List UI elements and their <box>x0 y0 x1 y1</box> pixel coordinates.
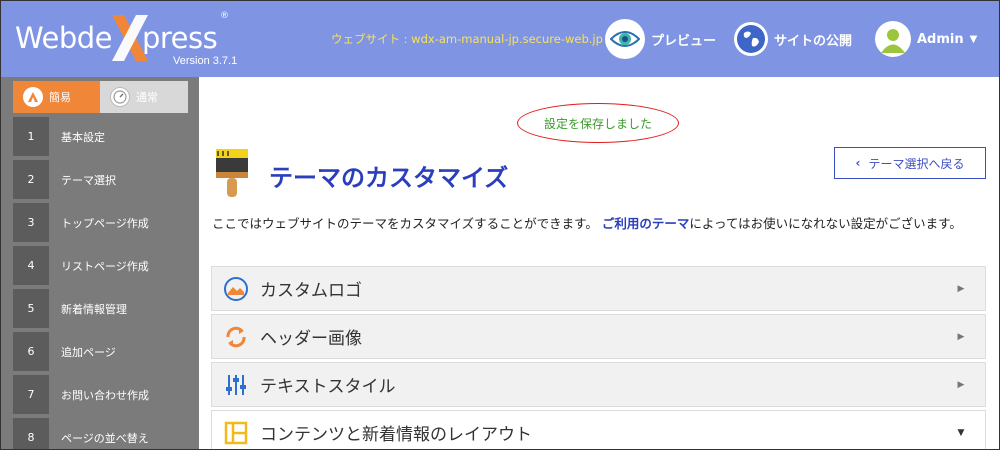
sidebar-item-number: 7 <box>13 375 49 414</box>
sidebar-item-label: お問い合わせ作成 <box>61 388 149 402</box>
chevron-down-icon: ▼ <box>969 33 978 45</box>
eye-icon <box>605 19 645 59</box>
accordion-label: コンテンツと新着情報のレイアウト <box>260 425 532 445</box>
accordion-label: テキストスタイル <box>260 377 396 397</box>
intro-text: ここではウェブサイトのテーマをカスタマイズすることができます。 ご利用のテーマに… <box>212 214 987 234</box>
gauge-icon <box>110 87 130 107</box>
publish-button[interactable]: サイトの公開 <box>734 19 852 59</box>
sidebar-item-contact[interactable]: 7 お問い合わせ作成 <box>13 375 199 414</box>
app-logo[interactable]: Webde press ® Version 3.7.1 <box>15 11 245 67</box>
layout-icon <box>224 421 248 445</box>
avatar-icon <box>875 21 911 57</box>
sidebar-item-theme-select[interactable]: 2 テーマ選択 <box>13 160 199 199</box>
sidebar-item-label: 基本設定 <box>61 130 105 144</box>
back-to-theme-select-button[interactable]: ‹ テーマ選択へ戻る <box>834 147 986 179</box>
publish-label: サイトの公開 <box>774 33 853 49</box>
sidebar-item-label: リストページ作成 <box>61 259 149 273</box>
sidebar-item-extra-pages[interactable]: 6 追加ページ <box>13 332 199 371</box>
top-header: Webde press ® Version 3.7.1 ウェブサイト : wdx-… <box>1 1 999 77</box>
sidebar-item-page-order[interactable]: 8 ページの並べ替え <box>13 418 199 449</box>
app-window: Webde press ® Version 3.7.1 ウェブサイト : wdx-… <box>0 0 1000 450</box>
accordion-text-style[interactable]: テキストスタイル ▶ <box>211 362 986 407</box>
sidebar-item-label: トップページ作成 <box>61 216 149 230</box>
sidebar-item-label: 新着情報管理 <box>61 302 127 316</box>
theme-link[interactable]: ご利用のテーマ <box>602 216 690 231</box>
admin-menu[interactable]: Admin ▼ <box>875 19 977 59</box>
accordion-label: カスタムロゴ <box>260 281 362 301</box>
back-button-label: テーマ選択へ戻る <box>868 156 965 171</box>
refresh-icon <box>224 325 248 349</box>
mode-simple-label: 簡易 <box>49 91 71 104</box>
sidebar-item-number: 3 <box>13 203 49 242</box>
sidebar-item-number: 6 <box>13 332 49 371</box>
mode-simple-button[interactable]: 簡易 <box>13 81 100 113</box>
save-confirmation-message: 設定を保存しました <box>517 103 679 143</box>
website-url-label[interactable]: ウェブサイト : wdx-am-manual-jp.secure-web.jp <box>331 31 603 47</box>
sidebar-item-basic-settings[interactable]: 1 基本設定 <box>13 117 199 156</box>
globe-icon <box>734 22 768 56</box>
sliders-icon <box>224 373 248 397</box>
accordion-custom-logo[interactable]: カスタムロゴ ▶ <box>211 266 986 311</box>
paintbrush-icon <box>216 149 248 197</box>
sidebar: 簡易 通常 1 基本設定 2 テーマ選択 3 トップページ作成 4 リストページ… <box>1 77 199 449</box>
caret-right-icon: ▶ <box>957 379 965 390</box>
accordion-content-layout[interactable]: コンテンツと新着情報のレイアウト ▼ <box>211 410 986 449</box>
mode-switch: 簡易 通常 <box>13 81 189 113</box>
sidebar-item-number: 1 <box>13 117 49 156</box>
preview-button[interactable]: プレビュー <box>605 19 716 59</box>
page-title: テーマのカスタマイズ <box>269 164 509 192</box>
logo-registered: ® <box>220 11 229 21</box>
sidebar-item-number: 5 <box>13 289 49 328</box>
mode-normal-button[interactable]: 通常 <box>100 81 188 113</box>
chevron-left-icon: ‹ <box>855 156 861 170</box>
caret-right-icon: ▶ <box>957 283 965 294</box>
sidebar-item-top-page[interactable]: 3 トップページ作成 <box>13 203 199 242</box>
image-icon <box>224 276 248 301</box>
sidebar-item-label: 追加ページ <box>61 345 116 359</box>
sidebar-item-list-page[interactable]: 4 リストページ作成 <box>13 246 199 285</box>
intro-text-part1: ここではウェブサイトのテーマをカスタマイズすることができます。 <box>212 216 598 231</box>
accordion-header-image[interactable]: ヘッダー画像 ▶ <box>211 314 986 359</box>
sidebar-item-news[interactable]: 5 新着情報管理 <box>13 289 199 328</box>
caret-right-icon: ▶ <box>957 331 965 342</box>
sidebar-item-number: 4 <box>13 246 49 285</box>
admin-label: Admin <box>917 31 964 47</box>
version-label: Version 3.7.1 <box>173 55 238 67</box>
logo-x-icon <box>112 15 148 61</box>
caret-down-icon: ▼ <box>957 427 965 438</box>
intro-text-part2: によってはお使いになれない設定がございます。 <box>689 216 962 231</box>
accordion-label: ヘッダー画像 <box>260 329 362 349</box>
sidebar-item-number: 8 <box>13 418 49 449</box>
sidebar-item-label: テーマ選択 <box>61 173 116 187</box>
sidebar-item-number: 2 <box>13 160 49 199</box>
sidebar-item-label: ページの並べ替え <box>61 431 149 445</box>
simple-mode-icon <box>23 87 43 107</box>
mode-normal-label: 通常 <box>136 91 158 104</box>
preview-label: プレビュー <box>651 33 717 49</box>
